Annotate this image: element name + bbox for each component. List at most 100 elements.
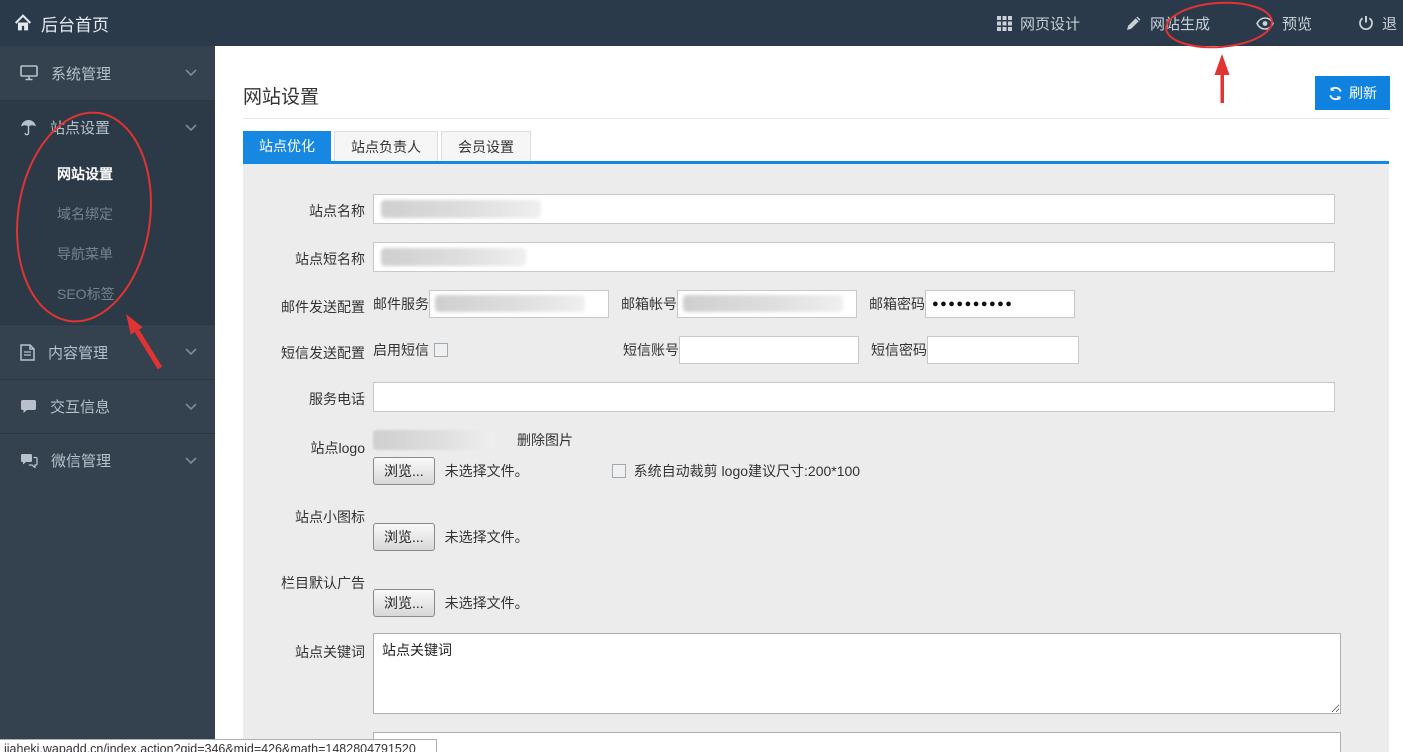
main-content: 网站设置 刷新 站点优化 站点负责人 会员设置 站点名称 站点短名称 邮件发送配… <box>215 46 1403 752</box>
sidebar-subitem-nav-menu[interactable]: 导航菜单 <box>0 234 215 274</box>
field-label: 站点关键词 <box>295 644 365 660</box>
chevron-down-icon <box>185 69 197 77</box>
column-ad-browse-button[interactable]: 浏览... <box>373 589 435 617</box>
sidebar-subitem-website-settings[interactable]: 网站设置 <box>0 154 215 194</box>
sms-enable-label: 启用短信 <box>373 342 429 358</box>
sms-password-label: 短信密码 <box>871 342 927 358</box>
redacted-value <box>683 295 843 312</box>
field-label: 站点名称 <box>309 203 365 219</box>
comment-icon <box>20 399 37 414</box>
service-phone-input[interactable] <box>373 382 1335 412</box>
refresh-button[interactable]: 刷新 <box>1315 76 1390 110</box>
field-label: 站点短名称 <box>295 251 365 267</box>
power-icon <box>1358 15 1374 31</box>
sidebar-item-label: 内容管理 <box>48 344 109 362</box>
grid-icon <box>996 15 1012 31</box>
field-label: 服务电话 <box>309 391 365 407</box>
logo-image-redacted <box>373 430 495 450</box>
no-file-text: 未选择文件。 <box>444 463 529 479</box>
sidebar-item-label: 站点设置 <box>50 120 111 137</box>
no-file-text: 未选择文件。 <box>444 595 529 611</box>
form-row-site-short-name: 站点短名称 <box>243 242 1389 272</box>
sms-account-input[interactable] <box>679 336 859 364</box>
redacted-value <box>381 200 541 218</box>
sidebar-item-label: 交互信息 <box>50 399 111 416</box>
sidebar: 系统管理 站点设置 网站设置 域名绑定 导航菜单 SEO标签 内容管理 交互信息… <box>0 46 215 752</box>
menu-item-preview[interactable]: 预览 <box>1256 13 1312 34</box>
favicon-browse-button[interactable]: 浏览... <box>373 523 435 551</box>
sidebar-item-system[interactable]: 系统管理 <box>0 46 215 100</box>
sidebar-item-label: 系统管理 <box>51 65 112 83</box>
refresh-icon <box>1328 86 1343 101</box>
field-label: 邮件发送配置 <box>281 299 365 315</box>
form-row-site-name: 站点名称 <box>243 194 1389 224</box>
sms-password-input[interactable] <box>927 336 1079 364</box>
menu-label: 退 <box>1381 15 1397 33</box>
mail-password-input[interactable]: ●●●●●●●●●● <box>925 290 1075 318</box>
keywords-textarea[interactable]: 站点关键词 <box>373 633 1341 714</box>
form-row-site-logo: 站点logo 删除图片 浏览... 未选择文件。 系统自动裁剪 logo建议尺寸… <box>243 430 1389 485</box>
sidebar-item-site-settings[interactable]: 站点设置 <box>0 100 215 154</box>
form-row-keywords: 站点关键词 站点关键词 <box>243 633 1389 714</box>
monitor-icon <box>20 65 38 81</box>
redacted-value <box>381 248 526 266</box>
sidebar-subitem-seo-tags[interactable]: SEO标签 <box>0 274 215 314</box>
umbrella-icon <box>20 119 37 136</box>
chevron-down-icon <box>185 402 197 411</box>
sidebar-group-site-settings: 站点设置 网站设置 域名绑定 导航菜单 SEO标签 <box>0 100 215 325</box>
sms-enable-checkbox[interactable] <box>434 343 448 357</box>
sms-account-label: 短信账号 <box>623 342 679 358</box>
refresh-label: 刷新 <box>1349 85 1377 101</box>
chevron-down-icon <box>185 456 197 465</box>
chevron-down-icon <box>185 123 197 132</box>
menu-label: 预览 <box>1281 15 1312 33</box>
form-row-service-phone: 服务电话 <box>243 382 1389 412</box>
field-label: 站点logo <box>310 440 365 456</box>
form-row-sms-config: 短信发送配置 启用短信 短信账号 短信密码 <box>243 336 1389 364</box>
tab-site-optimization[interactable]: 站点优化 <box>243 131 331 161</box>
home-link[interactable]: 后台首页 <box>0 11 109 36</box>
field-label: 栏目默认广告 <box>281 575 365 591</box>
menu-item-logout[interactable]: 退 <box>1358 13 1397 34</box>
tab-member-settings[interactable]: 会员设置 <box>441 131 531 161</box>
form-panel: 站点名称 站点短名称 邮件发送配置 邮件服务 邮箱帐号 邮箱密码 ●●●●●●●… <box>243 164 1389 752</box>
divider <box>243 118 1389 119</box>
sidebar-subitem-domain-binding[interactable]: 域名绑定 <box>0 194 215 234</box>
brand-label: 后台首页 <box>41 15 109 35</box>
tab-bar: 站点优化 站点负责人 会员设置 <box>243 131 534 161</box>
sidebar-item-label: 微信管理 <box>51 453 112 470</box>
menu-label: 网页设计 <box>1019 15 1080 33</box>
sidebar-item-interaction[interactable]: 交互信息 <box>0 379 215 433</box>
topbar-menu: 网页设计 网站生成 预览 退 <box>996 13 1403 34</box>
next-field-partial[interactable] <box>373 732 1341 752</box>
document-icon <box>20 343 35 361</box>
chevron-down-icon <box>185 348 197 356</box>
form-row-mail-config: 邮件发送配置 邮件服务 邮箱帐号 邮箱密码 ●●●●●●●●●● <box>243 290 1389 318</box>
auto-crop-label: 系统自动裁剪 logo建议尺寸:200*100 <box>633 463 861 479</box>
mail-account-label: 邮箱帐号 <box>621 296 677 312</box>
tab-site-manager[interactable]: 站点负责人 <box>334 131 438 161</box>
menu-item-web-design[interactable]: 网页设计 <box>996 13 1080 34</box>
topbar: 后台首页 网页设计 网站生成 预览 退 <box>0 0 1403 46</box>
logo-browse-button[interactable]: 浏览... <box>373 457 435 485</box>
menu-label: 网站生成 <box>1149 15 1210 33</box>
comments-icon <box>20 453 38 468</box>
menu-item-site-generate[interactable]: 网站生成 <box>1126 13 1210 34</box>
no-file-text: 未选择文件。 <box>444 529 529 545</box>
form-row-favicon: 站点小图标 浏览... 未选择文件。 <box>243 507 1389 551</box>
eye-icon <box>1256 16 1274 30</box>
home-icon <box>14 14 32 32</box>
form-row-column-ad: 栏目默认广告 浏览... 未选择文件。 <box>243 573 1389 617</box>
sidebar-item-wechat[interactable]: 微信管理 <box>0 433 215 487</box>
mail-password-label: 邮箱密码 <box>869 296 925 312</box>
redacted-value <box>435 295 585 312</box>
auto-crop-checkbox[interactable] <box>611 464 626 478</box>
sidebar-item-content[interactable]: 内容管理 <box>0 325 215 379</box>
field-label: 站点小图标 <box>295 509 365 525</box>
delete-image-link[interactable]: 删除图片 <box>517 430 573 450</box>
browser-status-bar: jiaheki.wapadd.cn/index.action?gid=346&m… <box>0 739 437 752</box>
page-title: 网站设置 <box>243 87 320 108</box>
mail-service-label: 邮件服务 <box>373 296 429 312</box>
field-label: 短信发送配置 <box>281 345 365 361</box>
pencil-icon <box>1126 15 1142 31</box>
